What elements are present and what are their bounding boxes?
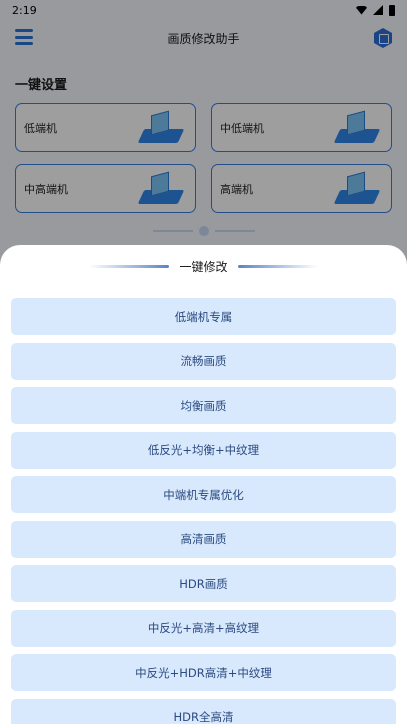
option-button[interactable]: 低端机专属 (11, 298, 396, 335)
option-button[interactable]: 中端机专属优化 (11, 476, 396, 513)
option-list: 低端机专属 流畅画质 均衡画质 低反光+均衡+中纹理 中端机专属优化 高清画质 … (11, 298, 396, 724)
option-button[interactable]: 中反光+HDR高清+中纹理 (11, 654, 396, 691)
header-line-right (237, 264, 318, 268)
option-button[interactable]: HDR画质 (11, 565, 396, 602)
option-button[interactable]: 流畅画质 (11, 342, 396, 380)
option-button[interactable]: 高清画质 (11, 520, 396, 558)
option-button[interactable]: 低反光+均衡+中纹理 (11, 431, 396, 469)
sheet-header: 一键修改 (0, 245, 407, 287)
sheet-title: 一键修改 (179, 259, 228, 274)
option-button[interactable]: 中反光+高清+高纹理 (11, 609, 396, 647)
option-button[interactable]: HDR全高清 (11, 698, 396, 724)
header-line-left (89, 264, 170, 268)
bottom-sheet: 一键修改 低端机专属 流畅画质 均衡画质 低反光+均衡+中纹理 中端机专属优化 … (0, 245, 407, 724)
option-button[interactable]: 均衡画质 (11, 387, 396, 424)
